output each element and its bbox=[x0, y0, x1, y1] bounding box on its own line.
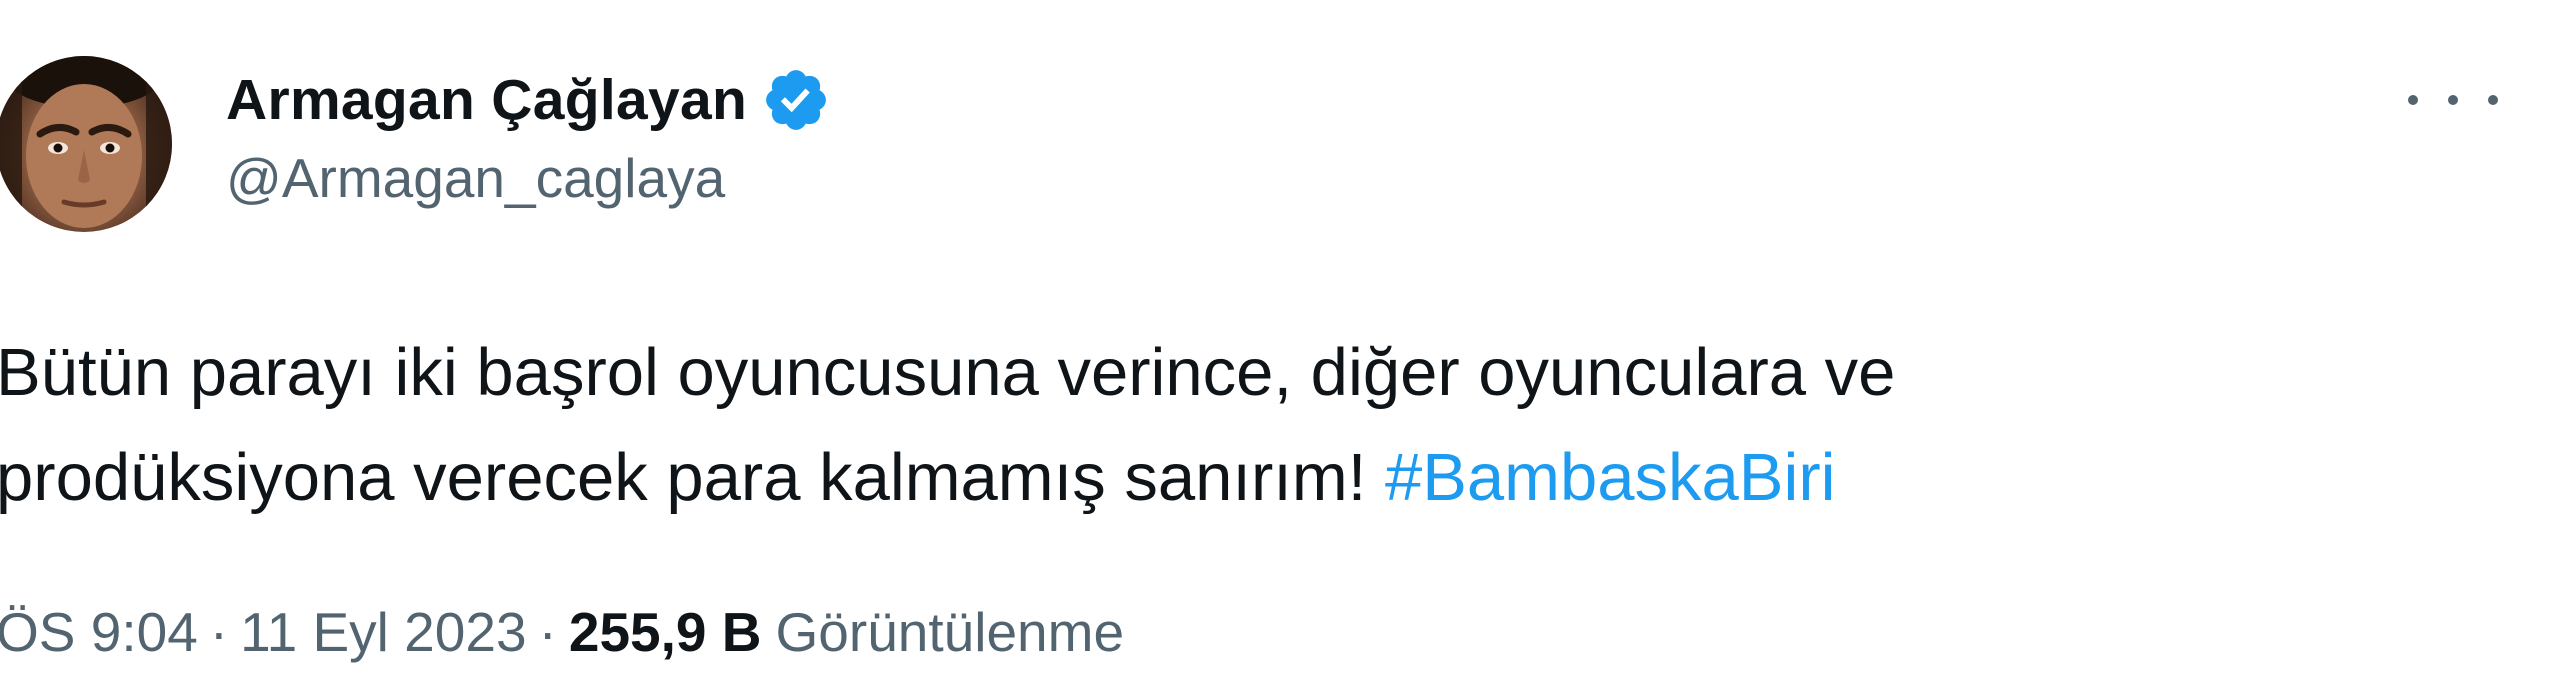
views-count[interactable]: 255,9 B bbox=[569, 600, 762, 664]
tweet-text: Bütün parayı iki başrol oyuncusuna verin… bbox=[0, 320, 1895, 530]
tweet-meta: ÖS 9:04 · 11 Eyl 2023 · 255,9 B Görüntül… bbox=[0, 600, 1124, 664]
meta-separator: · bbox=[538, 601, 557, 663]
tweet-date[interactable]: 11 Eyl 2023 bbox=[240, 600, 526, 664]
meta-separator: · bbox=[209, 601, 229, 663]
author-name-row: Armagan Çağlayan bbox=[226, 62, 831, 138]
tweet-time[interactable]: ÖS 9:04 bbox=[0, 600, 198, 664]
verified-badge-icon[interactable] bbox=[761, 65, 831, 135]
tweet-text-line-2: prodüksiyona verecek para kalmamış sanır… bbox=[0, 425, 1895, 530]
tweet-text-line-2-prefix: prodüksiyona verecek para kalmamış sanır… bbox=[0, 440, 1385, 515]
hashtag-link[interactable]: #BambaskaBiri bbox=[1385, 440, 1836, 515]
more-options-button[interactable] bbox=[2408, 78, 2498, 122]
avatar-face-image bbox=[0, 56, 172, 232]
more-horizontal-icon-dot bbox=[2488, 95, 2498, 105]
author-handle[interactable]: @Armagan_caglaya bbox=[226, 146, 831, 210]
views-label[interactable]: Görüntülenme bbox=[776, 600, 1125, 664]
more-horizontal-icon-dot bbox=[2448, 95, 2458, 105]
tweet: Armagan Çağlayan @Armagan_caglaya Bütün … bbox=[0, 0, 2560, 693]
more-horizontal-icon bbox=[2408, 95, 2418, 105]
tweet-text-line-1: Bütün parayı iki başrol oyuncusuna verin… bbox=[0, 335, 1896, 410]
tweet-header: Armagan Çağlayan @Armagan_caglaya bbox=[226, 62, 831, 210]
avatar[interactable] bbox=[0, 56, 172, 232]
author-display-name[interactable]: Armagan Çağlayan bbox=[226, 67, 747, 133]
